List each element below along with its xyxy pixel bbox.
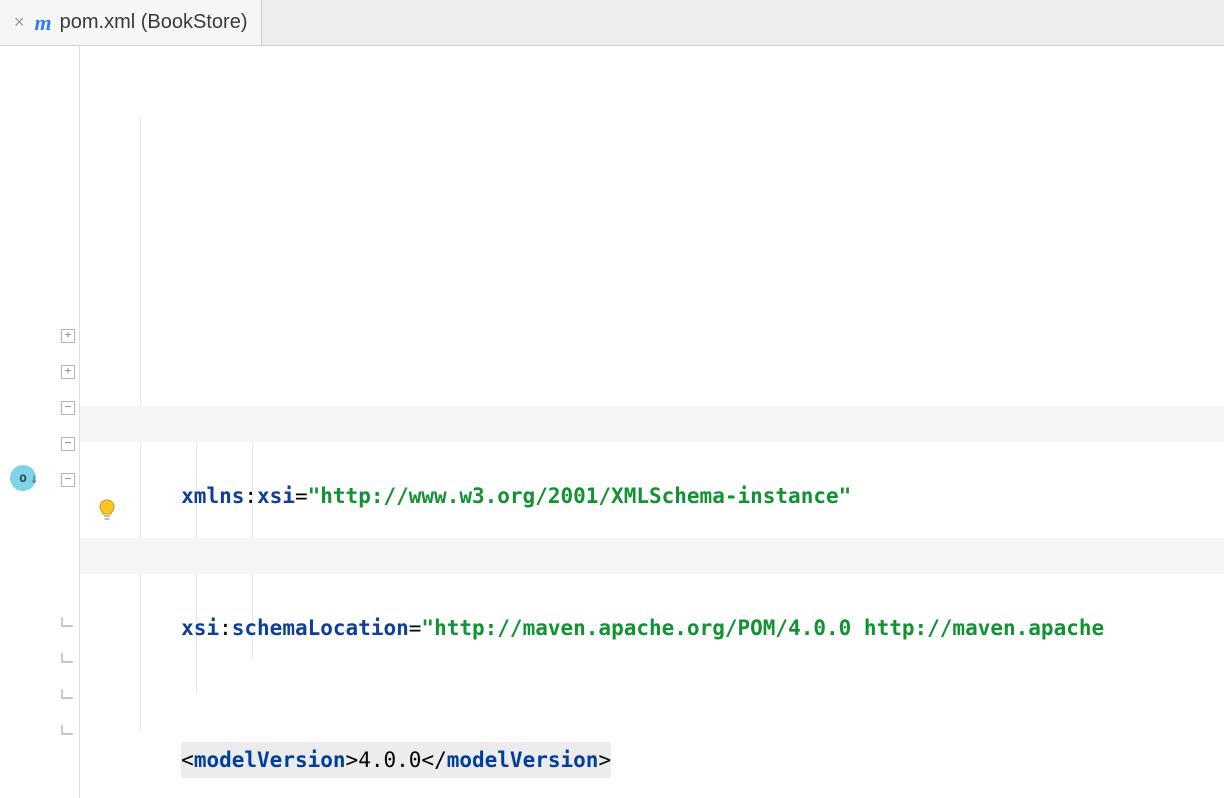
editor-gutter[interactable]: o ↓ <box>0 46 80 798</box>
tab-strip: × m pom.xml (BookStore) <box>0 0 1224 46</box>
code-line: xmlns:xsi="http://www.w3.org/2001/XMLSch… <box>80 406 1224 442</box>
maven-file-icon: m <box>35 12 52 34</box>
code-line: xsi:schemaLocation="http://maven.apache.… <box>80 538 1224 574</box>
fold-expand-icon[interactable] <box>61 329 75 343</box>
fold-end-icon[interactable] <box>61 652 75 666</box>
fold-expand-icon[interactable] <box>61 365 75 379</box>
code-line: <modelVersion>4.0.0</modelVersion> <box>80 670 1224 706</box>
fold-end-icon[interactable] <box>61 616 75 630</box>
tab-title: pom.xml (BookStore) <box>60 11 248 34</box>
fold-end-icon[interactable] <box>61 688 75 702</box>
file-tab[interactable]: × m pom.xml (BookStore) <box>0 0 262 45</box>
close-icon[interactable]: × <box>14 12 25 33</box>
fold-end-icon[interactable] <box>61 724 75 738</box>
fold-collapse-icon[interactable] <box>61 437 75 451</box>
download-arrow-icon: ↓ <box>30 471 38 487</box>
code-view[interactable]: xmlns:xsi="http://www.w3.org/2001/XMLSch… <box>80 46 1224 798</box>
fold-collapse-icon[interactable] <box>61 401 75 415</box>
editor-area: o ↓ xmlns:xsi="http://www.w3.org/2001/XM… <box>0 46 1224 798</box>
fold-collapse-icon[interactable] <box>61 473 75 487</box>
